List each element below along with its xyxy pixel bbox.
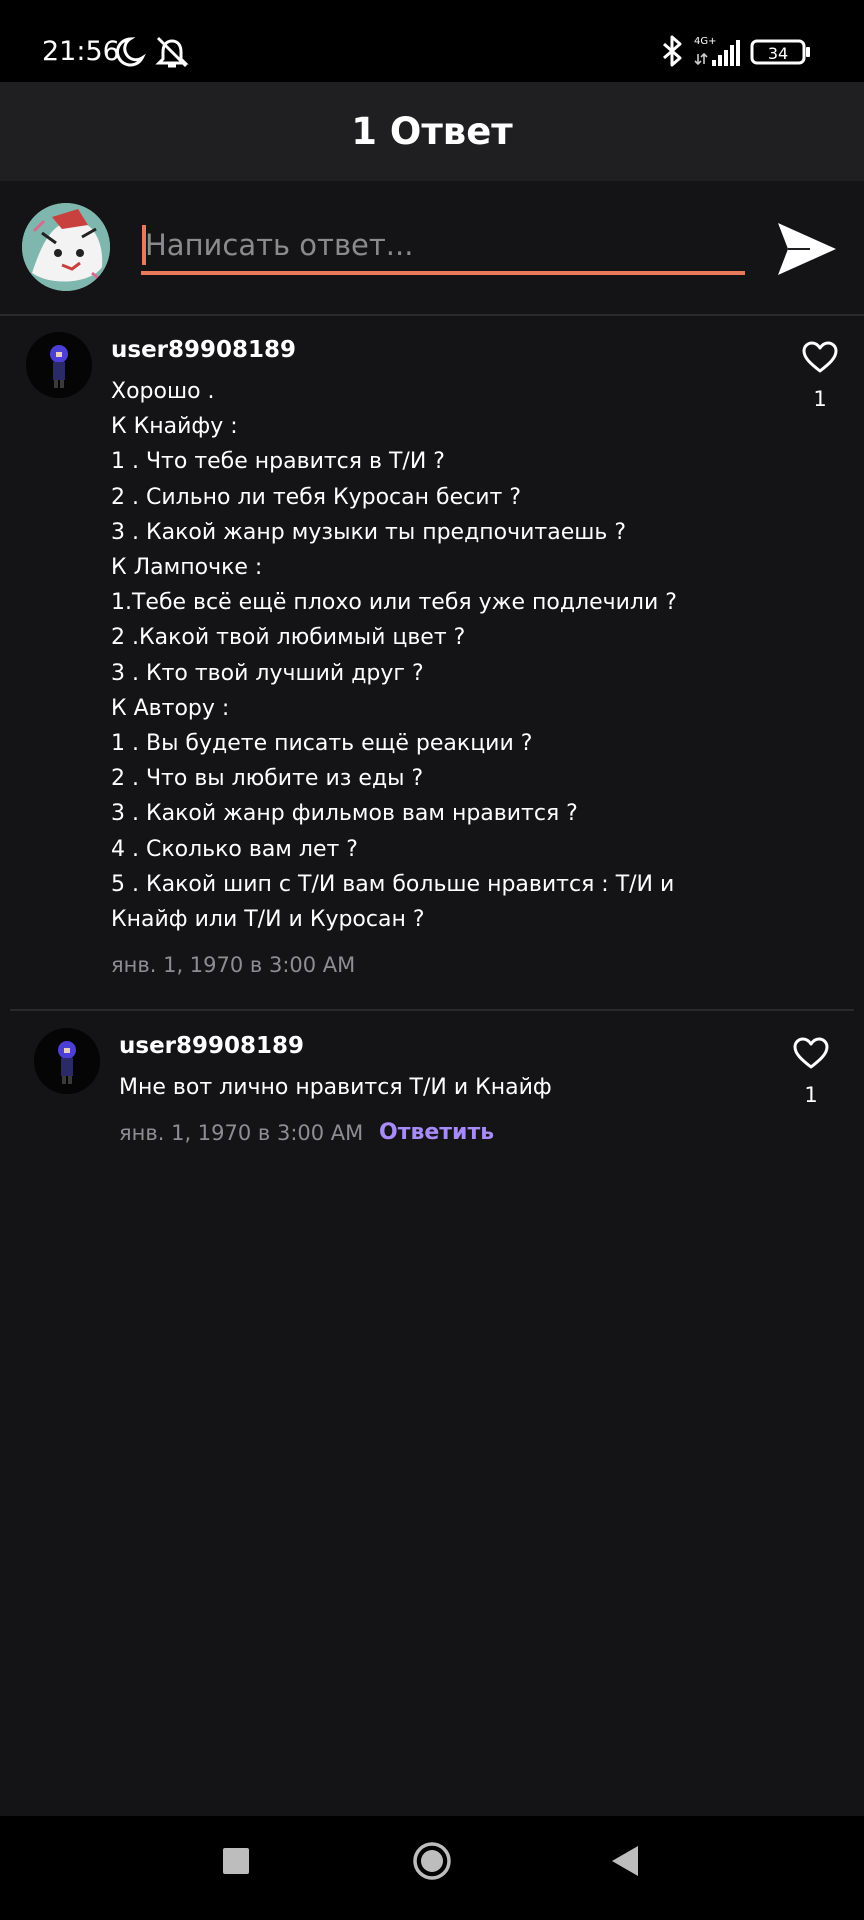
comment-body: Мне вот лично нравится Т/И и Кнайф [119,1070,719,1105]
comment-body: Хорошо . К Кнайфу : 1 . Что тебе нравитс… [111,374,751,937]
recent-apps-button[interactable] [221,1846,251,1876]
text-caret [142,225,146,265]
bluetooth-icon [663,35,682,67]
comment-line: Кнайф или Т/И и Куросан ? [111,907,425,933]
comment-line: К Автору : [111,695,230,721]
comment-line: 1 . Вы будете писать ещё реакции ? [111,731,533,757]
reply-button[interactable]: Ответить [379,1118,494,1148]
send-icon [778,223,836,275]
back-button[interactable] [610,1844,640,1878]
comment-item: user89908189 Мне вот лично нравится Т/И … [0,1012,864,1172]
status-icons-left [115,36,189,68]
home-icon [413,1842,451,1880]
avatar-image [26,332,92,398]
bell-off-icon [155,36,189,68]
status-icons-right: 4G+ 34 [663,35,810,67]
comment-username[interactable]: user89908189 [111,334,296,366]
page-title: 1 Ответ [351,110,513,153]
comment-line: К Лампочке : [111,555,263,581]
svg-text:4G+: 4G+ [694,36,717,47]
comment-line: 2 .Какой твой любимый цвет ? [111,625,466,651]
current-user-avatar[interactable] [22,203,110,291]
heart-icon [802,341,838,373]
comment-line: Хорошо . [111,379,215,404]
current-user-avatar-image [22,203,110,291]
comment-line: 3 . Какой жанр фильмов вам нравится ? [111,801,578,827]
heart-icon [793,1037,829,1069]
comment-line: Мне вот лично нравится Т/И и Кнайф [119,1075,552,1100]
comment-item: user89908189 Хорошо . К Кнайфу : 1 . Что… [0,316,864,1006]
comment-line: 3 . Какой жанр музыки ты предпочитаешь ? [111,519,627,545]
moon-icon [115,37,146,67]
network-4g-plus-icon: 4G+ [694,36,717,66]
status-time: 21:56 [42,36,120,67]
comment-line: 1.Тебе всё ещё плохо или тебя уже подлеч… [111,590,677,616]
divider [10,1009,854,1011]
comment-line: 5 . Какой шип с Т/И вам больше нравится … [111,871,675,897]
comment-line: 4 . Сколько вам лет ? [111,836,358,862]
comment-username[interactable]: user89908189 [119,1030,304,1062]
reply-input[interactable] [141,219,745,275]
like-count: 1 [813,387,827,411]
comment-line: 1 . Что тебе нравится в Т/И ? [111,449,445,475]
like-count: 1 [804,1083,818,1107]
avatar[interactable] [26,332,92,398]
comment-line: 2 . Сильно ли тебя Куросан бесит ? [111,484,521,510]
status-bar: 21:56 4G+ 34 [0,0,864,82]
home-button[interactable] [412,1841,452,1881]
header: 1 Ответ [0,82,864,181]
like-button[interactable]: 1 [790,340,850,414]
reply-compose [0,181,864,316]
avatar-image [34,1028,100,1094]
comment-timestamp: янв. 1, 1970 в 3:00 AM [111,953,356,977]
comment-line: 3 . Кто твой лучший друг ? [111,660,424,686]
recent-apps-icon [223,1848,249,1874]
like-button[interactable]: 1 [781,1036,841,1110]
svg-text:34: 34 [768,44,788,63]
comment-timestamp: янв. 1, 1970 в 3:00 AM [119,1121,364,1145]
comment-line: К Кнайфу : [111,414,238,440]
avatar[interactable] [34,1028,100,1094]
back-icon [612,1846,638,1876]
system-nav-bar [0,1816,864,1920]
battery-icon: 34 [750,39,810,65]
send-button[interactable] [770,213,842,285]
comment-line: 2 . Что вы любите из еды ? [111,766,424,792]
